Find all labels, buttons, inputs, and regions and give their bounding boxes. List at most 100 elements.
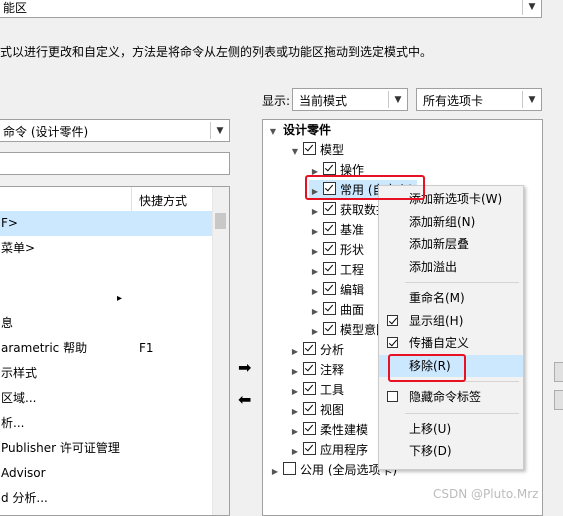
command-name: 区域... bbox=[1, 391, 37, 405]
expand-icon[interactable]: ▶ bbox=[289, 362, 301, 382]
side-button[interactable] bbox=[554, 362, 563, 382]
expand-icon[interactable]: ▶ bbox=[289, 342, 301, 362]
description-text: 式以进行更改和自定义，方法是将命令从左侧的列表或功能区拖动到选定模式中。 bbox=[0, 45, 433, 59]
tree-item-model[interactable]: ▼ 模型 bbox=[289, 140, 344, 160]
context-menu-label: 隐藏命令标签 bbox=[409, 390, 482, 404]
tree-checkbox[interactable] bbox=[323, 322, 336, 335]
tree-item-label: 编辑 bbox=[340, 283, 365, 297]
expand-icon[interactable]: ▶ bbox=[309, 222, 321, 242]
context-menu-item[interactable]: 下移(D) bbox=[379, 440, 523, 462]
menu-separator bbox=[405, 282, 519, 283]
tree-item-label: 柔性建模 bbox=[320, 423, 369, 437]
tree-item-tab[interactable]: ▶ 工具 bbox=[289, 380, 344, 400]
add-to-ribbon-arrow-icon[interactable]: ➡ bbox=[238, 358, 251, 377]
tree-item-group[interactable]: ▶ 基准 bbox=[309, 220, 364, 240]
tree-item-label: 模型 bbox=[320, 143, 345, 157]
tree-checkbox[interactable] bbox=[323, 242, 336, 255]
expand-icon[interactable]: ▶ bbox=[309, 302, 321, 322]
tree-item-tab[interactable]: ▶ 注释 bbox=[289, 360, 344, 380]
command-list-item[interactable]: 菜单> bbox=[0, 236, 213, 261]
command-category-dropdown[interactable]: 命令 (设计零件) ▼ bbox=[0, 119, 230, 142]
tree-checkbox[interactable] bbox=[323, 162, 336, 175]
context-menu-item[interactable]: 重命名(M) bbox=[379, 287, 523, 309]
context-menu-item[interactable]: 添加溢出 bbox=[379, 256, 523, 278]
menu-separator bbox=[405, 412, 519, 414]
context-menu-item[interactable]: 显示组(H) bbox=[379, 310, 523, 332]
tree-checkbox[interactable] bbox=[303, 342, 316, 355]
expand-icon[interactable]: ▶ bbox=[289, 422, 301, 442]
expand-icon[interactable]: ▶ bbox=[309, 282, 321, 302]
command-list-item[interactable]: 区域... bbox=[0, 386, 213, 411]
expand-icon[interactable]: ▶ bbox=[289, 382, 301, 402]
side-button[interactable] bbox=[554, 390, 563, 410]
command-list-scrollbar[interactable] bbox=[212, 187, 229, 515]
command-list-item[interactable]: 息 bbox=[0, 311, 213, 336]
expand-icon[interactable]: ▶ bbox=[309, 262, 321, 282]
tree-checkbox[interactable] bbox=[283, 462, 296, 475]
tree-item-group[interactable]: ▶ 工程 bbox=[309, 260, 364, 280]
tree-checkbox[interactable] bbox=[303, 402, 316, 415]
scroll-thumb[interactable] bbox=[215, 213, 226, 229]
tree-item-tab[interactable]: ▶ 柔性建模 bbox=[289, 420, 368, 440]
tree-checkbox[interactable] bbox=[323, 302, 336, 315]
tree-item-tab[interactable]: ▶ 视图 bbox=[289, 400, 344, 420]
command-list-item[interactable]: d 分析... bbox=[0, 486, 213, 511]
tree-checkbox[interactable] bbox=[303, 142, 316, 155]
context-menu-item[interactable]: 上移(U) bbox=[379, 418, 523, 440]
display-mode-value: 当前模式 bbox=[299, 94, 348, 108]
tree-checkbox[interactable] bbox=[323, 222, 336, 235]
tree-item-tab[interactable]: ▶ 分析 bbox=[289, 340, 344, 360]
command-list-item[interactable]: F> bbox=[0, 211, 213, 236]
tree-item-group[interactable]: ▶ 形状 bbox=[309, 240, 364, 260]
tree-checkbox[interactable] bbox=[303, 382, 316, 395]
ribbon-dropdown[interactable]: 能区 ▼ bbox=[0, 0, 542, 18]
tree-item-group[interactable]: ▶ 曲面 bbox=[309, 300, 364, 320]
command-list-item[interactable]: ▸ bbox=[0, 286, 213, 311]
tree-item-label: 工具 bbox=[320, 383, 345, 397]
highlight-box-tree-item bbox=[305, 175, 425, 200]
command-list-item[interactable] bbox=[0, 261, 213, 286]
expand-icon[interactable]: ▶ bbox=[289, 442, 301, 462]
tree-checkbox[interactable] bbox=[323, 202, 336, 215]
tree-checkbox[interactable] bbox=[303, 362, 316, 375]
command-list-item[interactable]: arametric 帮助 F1 bbox=[0, 336, 213, 361]
display-mode-dropdown[interactable]: 当前模式 ▼ bbox=[292, 88, 408, 111]
tabs-filter-dropdown[interactable]: 所有选项卡 ▼ bbox=[416, 88, 542, 111]
tree-checkbox[interactable] bbox=[323, 262, 336, 275]
context-menu-item[interactable]: 传播自定义 bbox=[379, 332, 523, 354]
command-list-item[interactable]: 析... bbox=[0, 411, 213, 436]
tree-item-tab[interactable]: ▶ 应用程序 bbox=[289, 440, 368, 460]
tree-root-design-part[interactable]: ▼ 设计零件 bbox=[267, 120, 331, 140]
expand-icon[interactable]: ▶ bbox=[309, 202, 321, 222]
tree-item-group[interactable]: ▶ 编辑 bbox=[309, 280, 364, 300]
command-search-input[interactable] bbox=[0, 152, 230, 175]
tree-checkbox[interactable] bbox=[303, 442, 316, 455]
command-name: Publisher 许可证管理 bbox=[1, 441, 120, 455]
expand-icon[interactable]: ▶ bbox=[269, 462, 281, 482]
command-name: F> bbox=[1, 216, 18, 230]
collapse-icon[interactable]: ▼ bbox=[289, 142, 301, 162]
shortcut-column-header[interactable]: 快捷方式 bbox=[139, 192, 187, 209]
tree-item-group[interactable]: ▶ 模型意图 bbox=[309, 320, 388, 340]
chevron-down-icon: ▼ bbox=[528, 2, 536, 12]
command-list-item[interactable]: Advisor bbox=[0, 461, 213, 486]
context-menu-item[interactable]: 隐藏命令标签 bbox=[379, 386, 523, 408]
command-list[interactable]: 快捷方式 F> 菜单> ▸ 息 arametric 帮助 F1 示样式区域... 析... Pu… bbox=[0, 186, 230, 516]
command-list-item[interactable]: Publisher 许可证管理 bbox=[0, 436, 213, 461]
collapse-icon[interactable]: ▼ bbox=[267, 122, 279, 142]
tree-checkbox[interactable] bbox=[323, 282, 336, 295]
tree-checkbox[interactable] bbox=[303, 422, 316, 435]
expand-icon[interactable]: ▶ bbox=[309, 322, 321, 342]
expand-icon[interactable]: ▶ bbox=[309, 242, 321, 262]
ribbon-dropdown-value: 能区 bbox=[3, 1, 28, 15]
tree-item-group[interactable]: ▶ 获取数据 bbox=[309, 200, 388, 220]
context-menu-item[interactable]: 添加新组(N) bbox=[379, 211, 523, 233]
command-list-item[interactable]: 示样式 bbox=[0, 361, 213, 386]
context-menu-item[interactable]: 添加新层叠 bbox=[379, 233, 523, 255]
command-name: 菜单> bbox=[1, 241, 36, 255]
remove-from-ribbon-arrow-icon[interactable]: ⬅ bbox=[238, 390, 251, 409]
context-menu-label: 重命名(M) bbox=[409, 291, 465, 305]
context-menu-label: 上移(U) bbox=[409, 421, 452, 436]
command-shortcut: F1 bbox=[139, 341, 154, 355]
expand-icon[interactable]: ▶ bbox=[289, 402, 301, 422]
